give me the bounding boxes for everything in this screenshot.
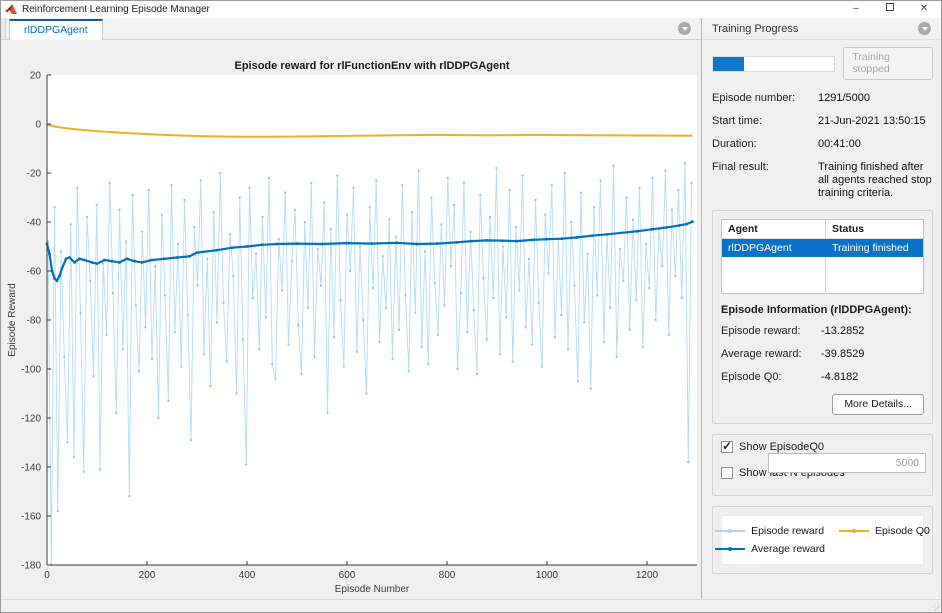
svg-text:0: 0: [44, 570, 50, 581]
chart-legend: Episode reward Average reward Episode Q0: [715, 514, 930, 565]
legend-entry-average-reward[interactable]: Average reward: [715, 543, 825, 555]
info-value: -39.8529: [821, 347, 865, 360]
agent-info-groupbox: Agent Status rlDDPGAgent Training finish…: [712, 210, 933, 424]
panel-title: Training Progress: [712, 23, 799, 35]
field-value: 00:41:00: [818, 138, 861, 150]
tab-rlddpgagent[interactable]: rlDDPGAgent: [9, 19, 103, 40]
info-label: Episode Q0:: [721, 370, 782, 383]
show-episodeq0-checkbox[interactable]: Show EpisodeQ0: [721, 439, 824, 453]
reward-chart-svg[interactable]: 200-20-40-60-80-100-120-140-160-1800 200 4…: [1, 40, 703, 602]
field-final-result: Final result: Training finished after al…: [712, 161, 933, 200]
status-cell[interactable]: Training finished: [825, 238, 924, 257]
maximize-icon[interactable]: [873, 1, 907, 18]
agent-cell[interactable]: rlDDPGAgent: [722, 239, 826, 258]
info-average-reward: Average reward: -39.8529: [721, 348, 924, 361]
display-options-groupbox: Show EpisodeQ0 Show last N episodes: [712, 433, 933, 496]
legend-entry-episode-reward[interactable]: Episode reward: [715, 525, 825, 537]
field-label: Start time:: [712, 115, 763, 127]
info-episode-q0: Episode Q0: -4.8182: [721, 371, 924, 384]
training-progress-fill: [713, 56, 745, 71]
last-n-episodes-input[interactable]: [768, 452, 926, 473]
average-reward-swatch-icon: [715, 546, 746, 551]
info-label: Episode reward:: [721, 324, 801, 337]
svg-text:Episode Reward: Episode Reward: [7, 283, 18, 356]
legend-column: Episode reward Average reward: [715, 525, 825, 555]
field-label: Final result:: [712, 161, 769, 173]
document-tab-bar: rlDDPGAgent: [1, 18, 701, 40]
table-row[interactable]: rlDDPGAgent Training finished: [721, 238, 924, 258]
svg-text:20: 20: [30, 71, 42, 82]
panel-body: Training stopped Episode number: 1291/50…: [702, 40, 941, 599]
legend-groupbox: Episode reward Average reward Episode Q0: [712, 505, 933, 574]
chart-pane-options-icon[interactable]: [678, 22, 691, 35]
svg-text:Episode reward for rlFunctionE: Episode reward for rlFunctionEnv with rl…: [234, 60, 509, 72]
episode-reward-swatch-icon: [715, 528, 746, 533]
checkbox-label: Show EpisodeQ0: [739, 440, 824, 453]
panel-header: Training Progress: [702, 18, 941, 40]
svg-text:400: 400: [239, 570, 256, 581]
resize-grip-icon[interactable]: [929, 600, 940, 611]
info-label: Average reward:: [721, 347, 802, 360]
svg-text:600: 600: [339, 570, 356, 581]
table-empty-area: [722, 257, 924, 293]
svg-text:800: 800: [439, 570, 456, 581]
minimize-icon[interactable]: –: [839, 1, 873, 18]
window-title: Reinforcement Learning Episode Manager: [22, 4, 210, 15]
matlab-icon: [5, 4, 17, 14]
close-icon[interactable]: ✕: [907, 1, 941, 18]
column-header-agent[interactable]: Agent: [721, 219, 826, 239]
training-progress-panel: Training Progress Training stopped Episo…: [702, 18, 941, 599]
legend-column: Episode Q0: [839, 525, 930, 555]
svg-text:Episode Number: Episode Number: [335, 584, 410, 595]
legend-label: Episode Q0: [875, 524, 930, 537]
legend-entry-episode-q0[interactable]: Episode Q0: [839, 525, 930, 537]
svg-text:-180: -180: [21, 561, 41, 572]
info-value: -4.8182: [821, 370, 859, 383]
svg-text:1000: 1000: [536, 570, 559, 581]
svg-text:-20: -20: [27, 169, 42, 180]
svg-text:1200: 1200: [636, 570, 659, 581]
info-episode-reward: Episode reward: -13.2852: [721, 325, 924, 338]
legend-label: Episode reward: [751, 524, 825, 537]
progress-row: Training stopped: [712, 47, 933, 80]
title-bar: Reinforcement Learning Episode Manager –…: [1, 1, 941, 18]
panel-options-icon[interactable]: [918, 22, 931, 35]
column-header-status[interactable]: Status: [825, 219, 924, 239]
main-region: rlDDPGAgent 20 0 -20 -40 -60 -80 -100 -120 -140-…: [1, 18, 941, 599]
field-duration: Duration: 00:41:00: [712, 138, 933, 151]
episode-manager-window: Reinforcement Learning Episode Manager –…: [0, 0, 942, 613]
field-value: 1291/5000: [818, 92, 870, 104]
checkbox-icon[interactable]: [721, 439, 733, 453]
table-header-row: Agent Status: [721, 219, 924, 239]
svg-text:-140: -140: [21, 463, 41, 474]
svg-text:-80: -80: [27, 316, 42, 327]
field-episode-number: Episode number: 1291/5000: [712, 92, 933, 105]
info-value: -13.2852: [821, 324, 865, 337]
svg-text:-160: -160: [21, 512, 41, 523]
svg-text:-40: -40: [27, 218, 42, 229]
svg-text:0: 0: [35, 120, 41, 131]
svg-text:-100: -100: [21, 365, 41, 376]
field-value: 21-Jun-2021 13:50:15: [818, 115, 926, 127]
more-details-button[interactable]: More Details...: [832, 393, 924, 415]
training-stopped-button[interactable]: Training stopped: [843, 47, 933, 80]
field-value: Training finished after all agents reach…: [818, 161, 932, 199]
episode-info-heading: Episode Information (rlDDPGAgent):: [721, 303, 912, 316]
svg-text:-60: -60: [27, 267, 42, 278]
field-start-time: Start time: 21-Jun-2021 13:50:15: [712, 115, 933, 128]
field-label: Episode number:: [712, 92, 796, 104]
more-details-row: More Details...: [721, 393, 924, 415]
chart-area: 20 0 -20 -40 -60 -80 -100 -120 -140 -160 -180 0 200 4…: [1, 40, 701, 599]
legend-label: Average reward: [751, 542, 826, 555]
episode-q0-swatch-icon: [839, 528, 870, 533]
checkbox-icon[interactable]: [721, 466, 733, 479]
chart-pane: rlDDPGAgent 20 0 -20 -40 -60 -80 -100 -120 -140-…: [1, 18, 702, 599]
svg-text:-120: -120: [21, 414, 41, 425]
field-label: Duration:: [712, 138, 757, 150]
training-progress-bar: [712, 55, 836, 72]
agent-status-table[interactable]: Agent Status rlDDPGAgent Training finish…: [721, 219, 924, 294]
status-bar: [1, 599, 941, 612]
tab-strip: [1, 18, 6, 39]
svg-text:200: 200: [139, 570, 156, 581]
